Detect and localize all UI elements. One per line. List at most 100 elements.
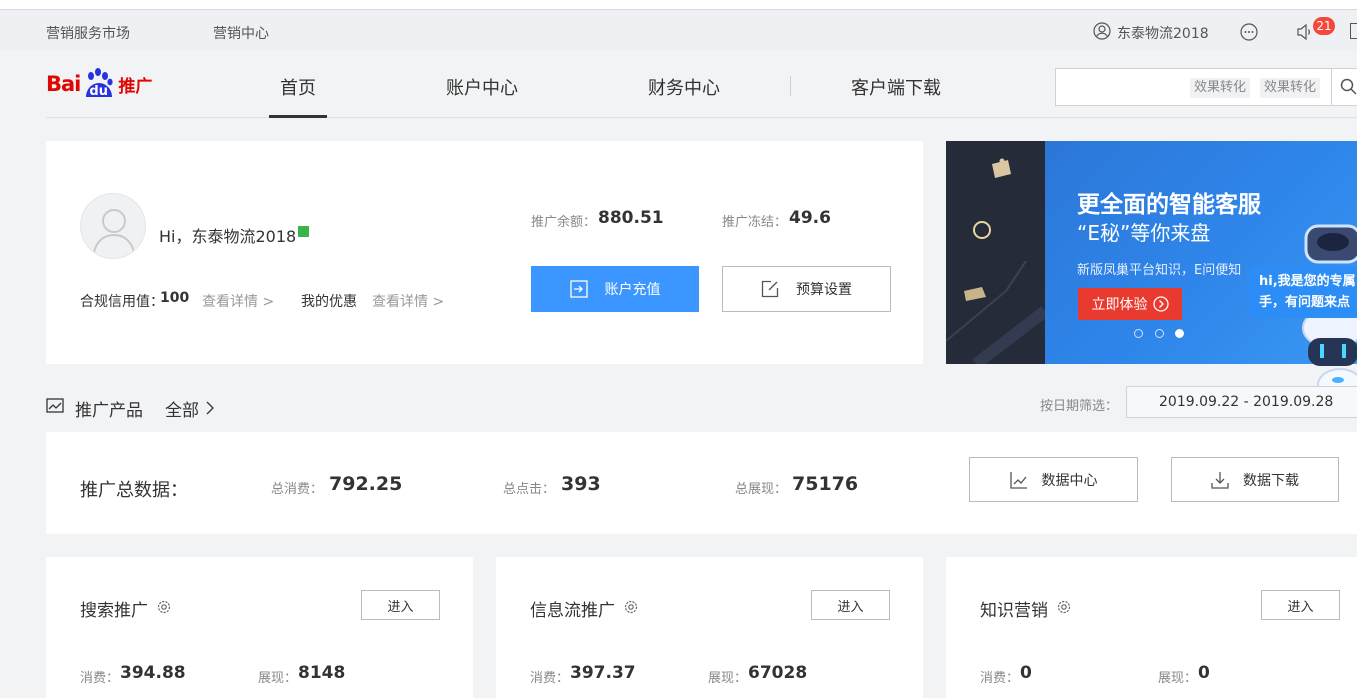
spend-value: 397.37 <box>570 663 636 683</box>
account-card <box>46 141 923 364</box>
total-spend-value: 792.25 <box>329 473 403 495</box>
credit-value: 100 <box>160 290 190 306</box>
enter-button[interactable]: 进入 <box>1261 590 1340 620</box>
arrow-circle-icon <box>1152 296 1169 312</box>
topbar-username[interactable]: 东泰物流2018 <box>1117 23 1209 43</box>
download-icon <box>1211 471 1229 489</box>
products-filter-all[interactable]: 全部 <box>165 396 199 421</box>
recharge-label: 账户充值 <box>604 282 661 298</box>
logo-text-tuiguang: 推广 <box>118 76 153 97</box>
total-clicks-value: 393 <box>561 473 601 495</box>
balance-value: 880.51 <box>598 208 664 228</box>
baidu-paw-icon: du <box>82 67 116 101</box>
gear-icon[interactable] <box>1056 599 1072 615</box>
nav-finance-center[interactable]: 财务中心 <box>648 74 720 100</box>
banner-title: 更全面的智能客服 <box>1077 192 1261 218</box>
data-center-label: 数据中心 <box>1041 472 1098 489</box>
ring-decoration-icon <box>973 221 991 239</box>
account-status-indicator <box>298 226 309 237</box>
total-views-label: 总展现： <box>735 482 788 497</box>
nav-home[interactable]: 首页 <box>280 74 316 100</box>
carousel-dot[interactable] <box>1134 329 1143 338</box>
views-label: 展现： <box>708 671 748 686</box>
search-separator <box>1331 69 1332 105</box>
nav-account-center[interactable]: 账户中心 <box>446 74 518 100</box>
top-utility-bar: 营销服务市场 营销中心 东泰物流2018 21 <box>0 10 1357 50</box>
views-value: 0 <box>1198 663 1210 683</box>
paper-decoration-icon <box>962 285 988 303</box>
greeting-text: Hi，东泰物流2018 <box>159 227 297 246</box>
document-icon[interactable] <box>1350 23 1357 39</box>
views-label: 展现： <box>1158 671 1198 686</box>
assistant-speech-bubble[interactable]: hi,我是您的专属 手，有问题来点 <box>1248 266 1357 318</box>
marketing-market-link[interactable]: 营销服务市场 <box>46 23 130 43</box>
banner-cta-label: 立即体验 <box>1091 297 1148 313</box>
assistant-bubble-line: 手，有问题来点 <box>1259 295 1351 310</box>
data-center-button[interactable]: 数据中心 <box>969 457 1138 502</box>
notification-badge: 21 <box>1313 17 1335 35</box>
spend-value: 0 <box>1020 663 1032 683</box>
frozen-label: 推广冻结： <box>722 215 788 230</box>
avatar[interactable] <box>80 193 146 259</box>
enter-button[interactable]: 进入 <box>811 590 890 620</box>
total-clicks-label: 总点击： <box>503 482 556 497</box>
total-views-value: 75176 <box>792 473 859 495</box>
coupon-detail-link[interactable]: 查看详情 > <box>372 291 444 311</box>
logo-text-du: du <box>89 84 108 99</box>
balance-label: 推广余额： <box>531 215 597 230</box>
marketing-center-link[interactable]: 营销中心 <box>213 23 269 43</box>
user-icon <box>1093 22 1111 40</box>
nav-client-download[interactable]: 客户端下载 <box>851 74 941 100</box>
nav-active-indicator <box>269 115 327 118</box>
gear-icon[interactable] <box>156 599 172 615</box>
budget-label: 预算设置 <box>796 282 852 298</box>
credit-label: 合规信用值： <box>80 294 164 310</box>
logo-text-bai: Bai <box>46 72 81 96</box>
search-icon[interactable] <box>1340 78 1357 95</box>
spend-label: 消费： <box>80 671 120 686</box>
assistant-bubble-line: hi,我是您的专属 <box>1259 274 1356 289</box>
gift-icon <box>988 155 1014 181</box>
credit-detail-link[interactable]: 查看详情 > <box>202 291 274 311</box>
recharge-icon <box>569 280 588 298</box>
baidu-tuiguang-logo[interactable]: Bai du 推广 <box>46 66 152 102</box>
recharge-button[interactable]: 账户充值 <box>531 266 699 312</box>
data-download-button[interactable]: 数据下载 <box>1171 457 1339 502</box>
banner-subtitle: “E秘”等你来盘 <box>1077 221 1211 245</box>
search-suggest-tag[interactable]: 效果转化 <box>1260 78 1321 98</box>
totals-title: 推广总数据： <box>80 480 188 501</box>
enter-button[interactable]: 进入 <box>361 590 440 620</box>
spend-label: 消费： <box>530 671 570 686</box>
totals-card <box>46 432 1357 534</box>
views-value: 8148 <box>298 663 346 683</box>
coupon-label: 我的优惠 <box>301 294 357 310</box>
line-chart-icon <box>1009 471 1028 489</box>
date-range-picker[interactable]: 2019.09.22 - 2019.09.28 <box>1126 386 1357 418</box>
banner-cta-button[interactable]: 立即体验 <box>1078 288 1182 320</box>
products-title: 推广产品 <box>75 401 143 421</box>
budget-settings-button[interactable]: 预算设置 <box>722 266 891 312</box>
nav-separator <box>790 76 791 96</box>
card-title: 知识营销 <box>980 601 1048 621</box>
more-icon[interactable] <box>1240 23 1258 41</box>
spend-label: 消费： <box>980 671 1020 686</box>
window-top-edge <box>0 0 1357 10</box>
card-title: 信息流推广 <box>530 601 615 621</box>
total-spend-label: 总消费： <box>271 482 324 497</box>
date-filter-label: 按日期筛选： <box>1040 399 1119 414</box>
edit-icon <box>761 280 779 298</box>
speaker-icon[interactable] <box>1296 23 1314 41</box>
views-value: 67028 <box>748 663 808 683</box>
chevron-right-icon[interactable] <box>205 401 215 415</box>
card-title: 搜索推广 <box>80 601 148 621</box>
nav-divider-line <box>46 117 1357 118</box>
carousel-dot[interactable] <box>1155 329 1164 338</box>
chart-trend-icon <box>46 397 64 415</box>
carousel-dot-active[interactable] <box>1175 329 1184 338</box>
gear-icon[interactable] <box>623 599 639 615</box>
data-download-label: 数据下载 <box>1243 472 1299 489</box>
views-label: 展现： <box>258 671 298 686</box>
banner-description: 新版凤巢平台知识，E问便知 <box>1077 263 1242 278</box>
search-suggest-tag[interactable]: 效果转化 <box>1190 78 1251 98</box>
spend-value: 394.88 <box>120 663 186 683</box>
